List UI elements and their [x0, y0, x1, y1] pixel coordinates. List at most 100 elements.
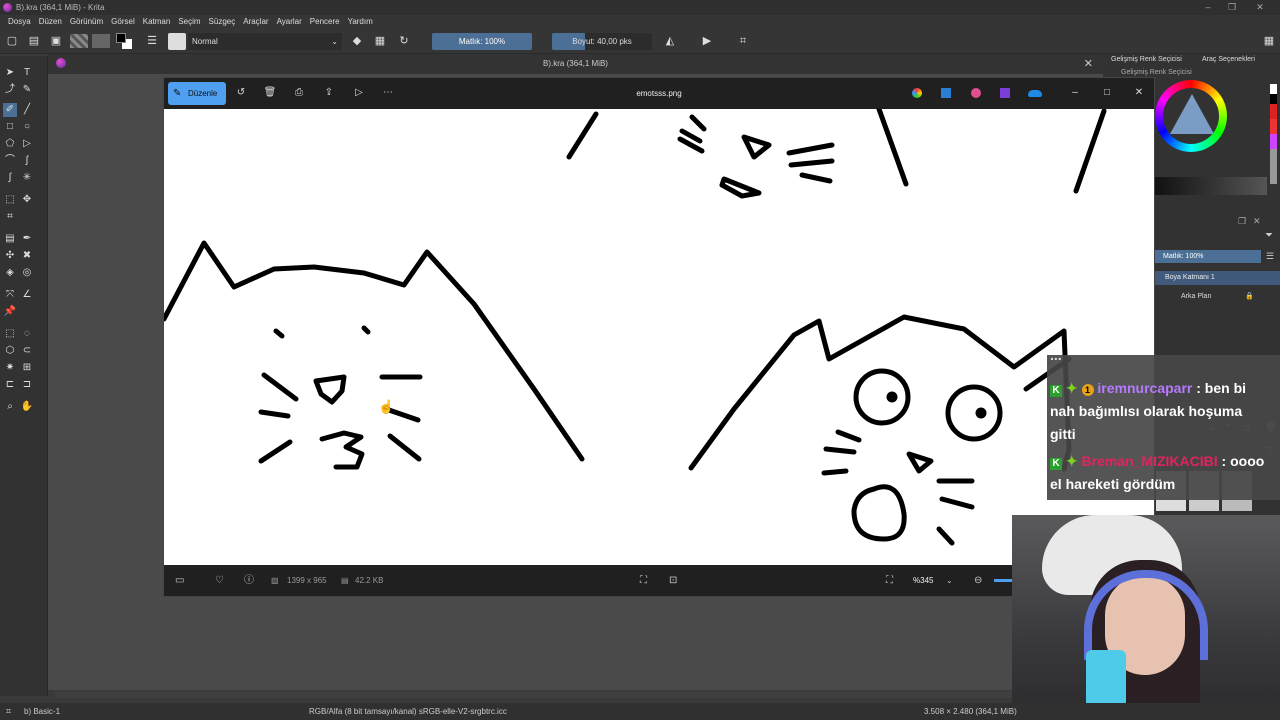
crop-tool-icon[interactable]: ⌗: [3, 210, 17, 224]
float-docker-icon[interactable]: ❐: [1238, 216, 1246, 227]
smart-patch-icon[interactable]: ✣: [3, 249, 17, 263]
zoom-dropdown-icon[interactable]: ⌄: [946, 565, 953, 596]
layer-row[interactable]: Arka Plan 🔒: [1155, 290, 1280, 304]
multibrush-icon[interactable]: ✳: [20, 171, 34, 185]
menu-window[interactable]: Pencere: [306, 15, 344, 29]
lock-icon[interactable]: 🔒: [1245, 290, 1254, 304]
rectangle-tool-icon[interactable]: □: [3, 120, 17, 134]
menu-layer[interactable]: Katman: [139, 15, 175, 29]
mirror-vertical-icon[interactable]: ▶: [700, 34, 714, 48]
fill-tool-icon[interactable]: ◈: [3, 266, 17, 280]
reference-tool-icon[interactable]: 📌: [3, 305, 17, 319]
minimize-icon[interactable]: –: [1068, 86, 1082, 100]
freehand-brush-icon[interactable]: ✐: [3, 103, 17, 117]
magnetic-select-icon[interactable]: ⊐: [20, 378, 34, 392]
color-history-strip[interactable]: [1270, 84, 1277, 184]
delete-icon[interactable]: 🗑: [263, 86, 277, 100]
layer-opacity-slider[interactable]: Matlık: 100%: [1155, 250, 1261, 263]
workspace-icon[interactable]: ▦: [1262, 34, 1276, 48]
menu-view[interactable]: Görünüm: [66, 15, 107, 29]
close-docker-icon[interactable]: ✕: [1253, 216, 1261, 227]
onedrive-icon[interactable]: [1028, 90, 1042, 97]
favorite-heart-icon[interactable]: ♡: [215, 565, 224, 596]
gradient-tool-icon[interactable]: ▤: [3, 232, 17, 246]
wrap-around-icon[interactable]: ⌗: [736, 34, 750, 48]
opacity-slider[interactable]: Matlık: 100%: [432, 33, 532, 50]
enclose-fill-icon[interactable]: ◎: [20, 266, 34, 280]
filmstrip-icon[interactable]: ▭: [175, 565, 184, 596]
freehand-select-icon[interactable]: ⊂: [20, 344, 34, 358]
alpha-lock-icon[interactable]: ▦: [373, 34, 387, 48]
assistant-tool-icon[interactable]: ⤧: [3, 288, 17, 302]
designer-icon[interactable]: [941, 88, 951, 98]
horizontal-scrollbar[interactable]: [55, 691, 1095, 698]
select-shape-icon[interactable]: ➤: [3, 66, 17, 80]
fullscreen-icon[interactable]: ⛶: [886, 565, 893, 596]
save-icon[interactable]: ▣: [49, 34, 63, 48]
mirror-horizontal-icon[interactable]: ◭: [663, 34, 677, 48]
polyline-tool-icon[interactable]: ▷: [20, 137, 34, 151]
layer-row[interactable]: Boya Katmanı 1: [1155, 271, 1280, 285]
fit-screen-icon[interactable]: ⛶: [640, 565, 647, 596]
document-tab[interactable]: B).kra (364,1 MiB) ✕: [48, 54, 1103, 74]
rotate-icon[interactable]: ↺: [234, 86, 248, 100]
pattern-swatch-icon[interactable]: [92, 34, 110, 48]
current-brush[interactable]: b) Basic-1: [24, 703, 60, 720]
edit-button[interactable]: ✎ Düzenle: [168, 82, 226, 105]
close-icon[interactable]: ✕: [1132, 86, 1146, 100]
bezier-select-icon[interactable]: ⊏: [3, 378, 17, 392]
close-icon[interactable]: ✕: [1248, 0, 1272, 15]
zoom-out-icon[interactable]: ⊖: [974, 565, 982, 596]
menu-filter[interactable]: Süzgeç: [205, 15, 240, 29]
text-tool-icon[interactable]: T: [20, 66, 34, 80]
share-icon[interactable]: ⇪: [322, 86, 336, 100]
brush-settings-icon[interactable]: ☰: [145, 34, 159, 48]
clipchamp-video-icon[interactable]: [1000, 88, 1010, 98]
menu-help[interactable]: Yardım: [344, 15, 377, 29]
move-tool-icon[interactable]: ✥: [20, 193, 34, 207]
measure-tool-icon[interactable]: ∠: [20, 288, 34, 302]
maximize-icon[interactable]: □: [1100, 86, 1114, 100]
zoom-tool-icon[interactable]: ⌕: [3, 400, 17, 414]
fg-bg-color-icon[interactable]: [116, 33, 132, 49]
zoom-level[interactable]: %345: [913, 565, 933, 596]
eraser-icon[interactable]: ◆: [350, 34, 364, 48]
polygon-select-icon[interactable]: ⬡: [3, 344, 17, 358]
bezier-tool-icon[interactable]: ⌒: [3, 154, 17, 168]
menu-select[interactable]: Seçim: [174, 15, 204, 29]
brush-preset-icon[interactable]: [168, 33, 186, 50]
color-picker-icon[interactable]: ✒: [20, 232, 34, 246]
clipchamp-icon[interactable]: [971, 88, 981, 98]
layer-menu-icon[interactable]: ☰: [1266, 251, 1274, 262]
blend-mode-select[interactable]: Normal ⌄: [188, 33, 342, 50]
color-triangle[interactable]: [1170, 94, 1214, 134]
menu-settings[interactable]: Ayarlar: [273, 15, 306, 29]
transform-tool-icon[interactable]: ⬚: [3, 193, 17, 207]
menu-edit[interactable]: Düzen: [35, 15, 66, 29]
print-icon[interactable]: ⎙: [292, 86, 306, 100]
open-folder-icon[interactable]: ▤: [27, 34, 41, 48]
contiguous-select-icon[interactable]: ✷: [3, 361, 17, 375]
minimize-icon[interactable]: –: [1196, 0, 1220, 15]
polygon-tool-icon[interactable]: ⬠: [3, 137, 17, 151]
freehand-path-icon[interactable]: ʃ: [20, 154, 34, 168]
edit-shape-icon[interactable]: ⤴: [3, 83, 17, 97]
filter-icon[interactable]: ⏷: [1265, 230, 1273, 241]
menu-tools[interactable]: Araçlar: [239, 15, 272, 29]
image-canvas[interactable]: ☝: [164, 109, 1154, 565]
maximize-icon[interactable]: ❐: [1220, 0, 1244, 15]
tab-tool-options[interactable]: Araç Seçenekleri: [1202, 56, 1255, 63]
close-document-icon[interactable]: ✕: [1084, 54, 1093, 74]
copilot-icon[interactable]: [912, 88, 922, 98]
calligraphy-icon[interactable]: ✎: [20, 83, 34, 97]
line-tool-icon[interactable]: ╱: [20, 103, 34, 117]
more-options-icon[interactable]: ⋯: [381, 86, 395, 100]
ellipse-select-icon[interactable]: ◌: [20, 327, 34, 341]
pan-tool-icon[interactable]: ✋: [20, 400, 34, 414]
menu-file[interactable]: Dosya: [4, 15, 35, 29]
ellipse-tool-icon[interactable]: ○: [20, 120, 34, 134]
dynamic-brush-icon[interactable]: ∫: [3, 171, 17, 185]
similar-select-icon[interactable]: ⊞: [20, 361, 34, 375]
reload-icon[interactable]: ↻: [397, 34, 411, 48]
menu-image[interactable]: Görsel: [107, 15, 139, 29]
